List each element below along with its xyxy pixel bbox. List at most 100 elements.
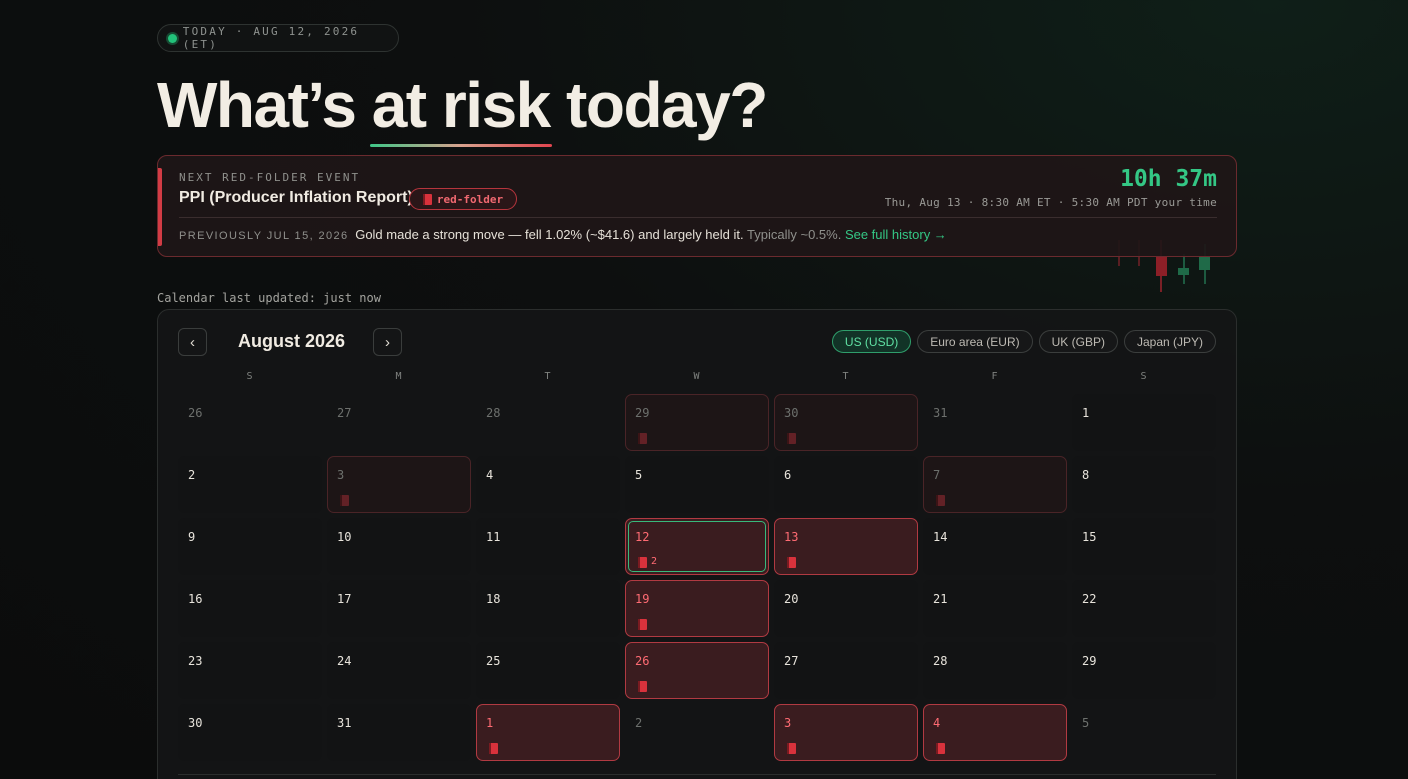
day-number: 13 [784,530,799,544]
day-number: 26 [188,406,203,420]
day-number: 19 [635,592,650,606]
day-number: 16 [188,592,203,606]
calendar-day[interactable]: 8 [1072,456,1216,513]
day-number: 29 [635,406,650,420]
calendar-day[interactable]: 10 [327,518,471,575]
calendar-day[interactable]: 1 [1072,394,1216,451]
day-number: 6 [784,468,792,482]
day-number: 14 [933,530,948,544]
event-time: Thu, Aug 13 · 8:30 AM ET · 5:30 AM PDT y… [884,196,1217,209]
day-number: 4 [933,716,941,730]
prev-month-button[interactable]: ‹ [178,328,207,356]
calendar-day[interactable]: 4 [476,456,620,513]
currency-filter-euro-area-eur[interactable]: Euro area (EUR) [917,330,1033,353]
day-number: 11 [486,530,501,544]
currency-filter-us-usd[interactable]: US (USD) [831,330,912,353]
calendar-day[interactable]: 28 [923,642,1067,699]
calendar-day[interactable]: 6 [774,456,918,513]
day-number: 2 [188,468,196,482]
calendar-day[interactable]: 27 [327,394,471,451]
red-folder-icon [936,743,945,754]
calendar-day[interactable]: 26 [625,642,769,699]
day-number: 24 [337,654,352,668]
page-title: What’s at risk today? [157,69,768,147]
calendar-day[interactable]: 5 [1072,704,1216,761]
currency-filter-uk-gbp[interactable]: UK (GBP) [1038,330,1118,353]
day-number: 3 [337,468,345,482]
calendar-day[interactable]: 2 [625,704,769,761]
red-folder-icon [787,433,796,444]
calendar-day[interactable]: 27 [774,642,918,699]
calendar-day[interactable]: 19 [625,580,769,637]
calendar-day[interactable]: 13 [774,518,918,575]
next-event-card: NEXT RED-FOLDER EVENT PPI (Producer Infl… [157,155,1237,257]
calendar-day[interactable]: 20 [774,580,918,637]
day-number: 23 [188,654,203,668]
day-number: 30 [188,716,203,730]
weekday-header: T [544,371,552,382]
event-count: 2 [651,556,658,567]
day-number: 21 [933,592,948,606]
currency-filter-japan-jpy[interactable]: Japan (JPY) [1123,330,1216,353]
calendar-day[interactable]: 22 [1072,580,1216,637]
calendar-day[interactable]: 1 [476,704,620,761]
red-folder-icon [340,495,349,506]
calendar-day[interactable]: 15 [1072,518,1216,575]
calendar-day[interactable]: 17 [327,580,471,637]
calendar-day[interactable]: 3 [327,456,471,513]
calendar-day[interactable]: 28 [476,394,620,451]
day-number: 2 [635,716,643,730]
calendar-day[interactable]: 7 [923,456,1067,513]
calendar-day[interactable]: 2 [178,456,322,513]
red-folder-icon [638,557,647,568]
today-pill: TODAY · AUG 12, 2026 (ET) [157,24,399,52]
red-folder-badge: red-folder [409,188,517,210]
day-number: 22 [1082,592,1097,606]
calendar-day[interactable]: 26 [178,394,322,451]
see-full-history-link[interactable]: See full history → [845,227,947,242]
day-number: 12 [635,530,650,544]
calendar: ‹ August 2026 › US (USD) Euro area (EUR) U… [157,309,1237,779]
day-number: 18 [486,592,501,606]
calendar-day[interactable]: 30 [178,704,322,761]
calendar-day[interactable]: 3 [774,704,918,761]
calendar-day[interactable]: 30 [774,394,918,451]
day-number: 25 [486,654,501,668]
day-number: 15 [1082,530,1097,544]
red-folder-icon [422,193,432,205]
weekday-header: M [395,371,403,382]
calendar-day[interactable]: 5 [625,456,769,513]
calendar-day[interactable]: 4 [923,704,1067,761]
day-number: 1 [486,716,494,730]
calendar-day[interactable]: 18 [476,580,620,637]
day-number: 10 [337,530,352,544]
today-text: TODAY · AUG 12, 2026 (ET) [182,25,360,51]
calendar-day[interactable]: 31 [327,704,471,761]
day-number: 30 [784,406,799,420]
calendar-day[interactable]: 23 [178,642,322,699]
calendar-day[interactable]: 31 [923,394,1067,451]
day-number: 31 [933,406,948,420]
day-number: 8 [1082,468,1090,482]
calendar-day[interactable]: 16 [178,580,322,637]
month-title: August 2026 [238,331,346,351]
calendar-day[interactable]: 29 [1072,642,1216,699]
day-number: 1 [1082,406,1090,420]
calendar-day[interactable]: 12 2 [625,518,769,575]
next-month-button[interactable]: › [373,328,402,356]
calendar-day[interactable]: 9 [178,518,322,575]
weekday-header: F [991,371,999,382]
calendar-day[interactable]: 21 [923,580,1067,637]
calendar-day[interactable]: 11 [476,518,620,575]
previous-label: PREVIOUSLY JUL 15, 2026 [179,230,349,242]
red-folder-icon [787,557,796,568]
day-number: 27 [337,406,352,420]
red-folder-icon [638,433,647,444]
card-divider [179,217,1217,218]
calendar-day[interactable]: 24 [327,642,471,699]
calendar-day[interactable]: 29 [625,394,769,451]
calendar-day[interactable]: 14 [923,518,1067,575]
calendar-day[interactable]: 25 [476,642,620,699]
day-number: 7 [933,468,941,482]
day-number: 28 [486,406,501,420]
